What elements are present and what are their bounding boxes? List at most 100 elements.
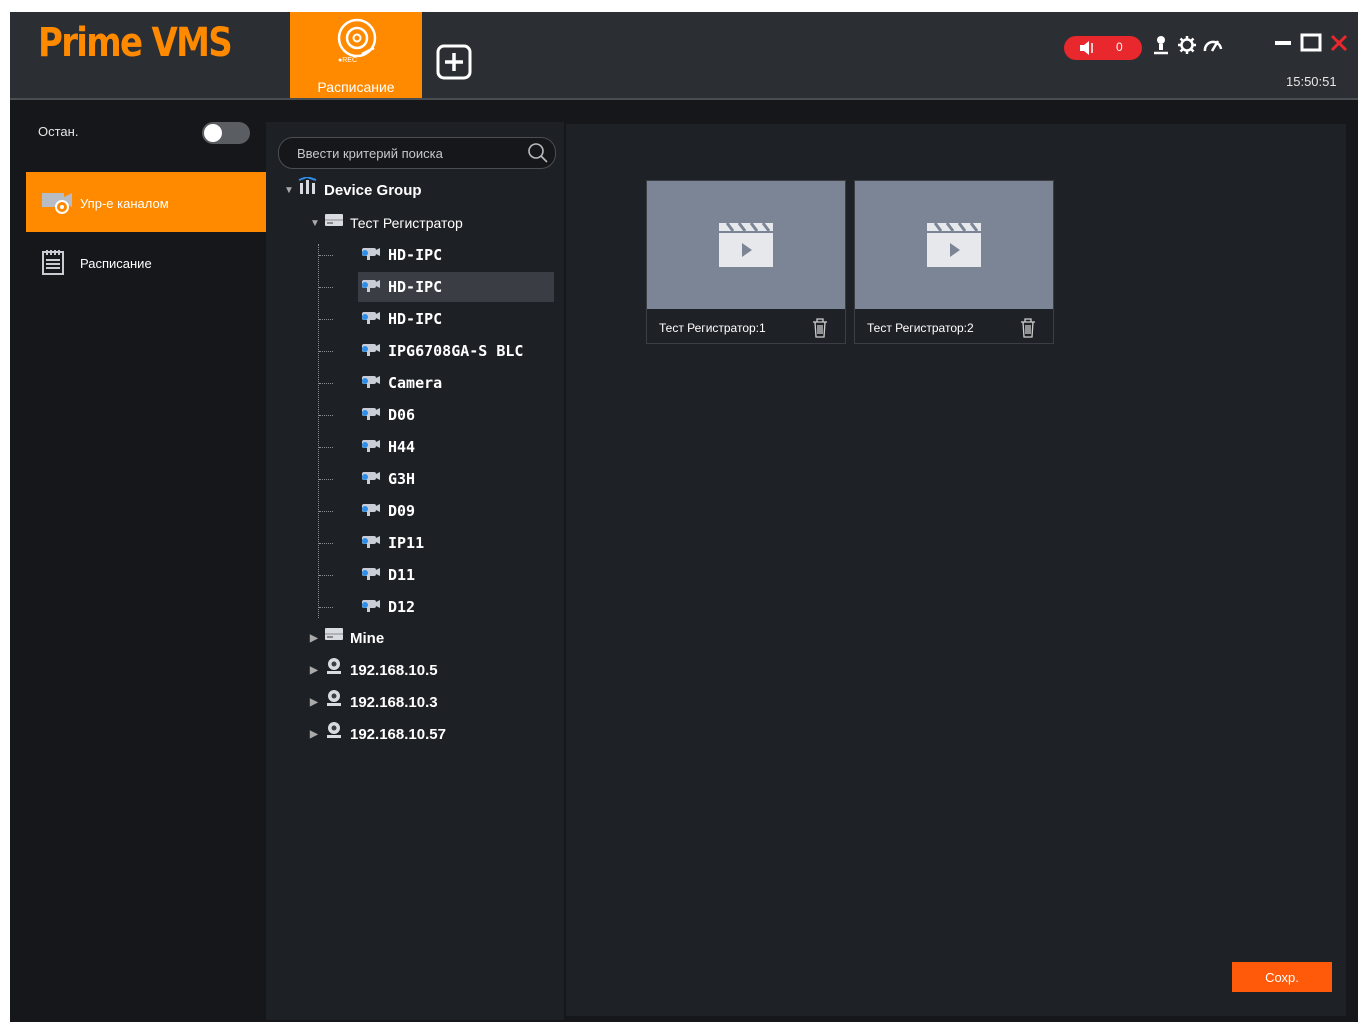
alarm-indicator[interactable]: 0	[1064, 36, 1142, 60]
camera-icon	[358, 305, 382, 335]
channel-card-label: Тест Регистратор:1	[659, 321, 766, 335]
ip-device-icon	[324, 656, 344, 686]
tree-item-label: Device Group	[324, 182, 422, 199]
tree-item-channel[interactable]: Camera	[358, 368, 442, 398]
top-bar: Prime VMS ●REC Расписание 0 15:50:51	[10, 12, 1358, 100]
collapsed-arrow-icon[interactable]: ▶	[310, 688, 324, 718]
expand-arrow-icon[interactable]: ▼	[310, 209, 324, 239]
camera-icon	[358, 465, 382, 495]
tree-root-device-group[interactable]: ▼ Device Group	[284, 175, 422, 206]
toggle-knob	[204, 124, 222, 142]
tree-item-channel[interactable]: G3H	[358, 464, 415, 494]
system-clock: 15:50:51	[1286, 74, 1337, 89]
stop-toggle[interactable]	[202, 122, 250, 144]
camera-icon	[358, 337, 382, 367]
maximize-icon[interactable]	[1300, 32, 1322, 54]
tree-item-label: H44	[388, 438, 416, 456]
device-group-icon	[298, 175, 318, 206]
tree-guide-branch	[319, 575, 333, 576]
camera-icon	[358, 401, 382, 431]
add-tab-button[interactable]	[432, 42, 480, 90]
left-nav: Остан. Упр-е каналом Расписание	[10, 100, 266, 1022]
tree-guide-branch	[319, 511, 333, 512]
save-button[interactable]: Сохр.	[1232, 962, 1332, 992]
channel-card[interactable]: Тест Регистратор:1	[646, 180, 846, 344]
collapsed-arrow-icon[interactable]: ▶	[310, 720, 324, 750]
tree-item-label: 192.168.10.3	[350, 694, 438, 711]
ip-device-icon	[324, 688, 344, 718]
tree-guide-branch	[319, 287, 333, 288]
tree-item-label: G3H	[388, 470, 416, 488]
rec-mark-text: ●REC	[338, 57, 357, 64]
tree-item-label: D12	[388, 598, 416, 616]
minimize-icon[interactable]	[1272, 32, 1294, 54]
tree-item-label: 192.168.10.57	[350, 726, 446, 743]
search-input[interactable]	[295, 143, 519, 163]
tree-guide-branch	[319, 543, 333, 544]
nav-item-channel-manage[interactable]: Упр-е каналом	[26, 172, 266, 232]
tree-guide-branch	[319, 479, 333, 480]
tree-item-label: IP11	[388, 534, 425, 552]
tree-item-label: Тест Регистратор	[350, 215, 463, 231]
tree-item-channel[interactable]: IP11	[358, 528, 424, 558]
record-disc-icon: ●REC	[336, 18, 378, 71]
tree-item-channel[interactable]: IPG6708GA-S BLC	[358, 336, 523, 366]
channel-card[interactable]: Тест Регистратор:2	[854, 180, 1054, 344]
tree-guide-branch	[319, 415, 333, 416]
user-icon[interactable]	[1150, 34, 1172, 56]
tree-item-device[interactable]: ▶ 192.168.10.3	[310, 688, 438, 718]
device-tree-panel: ▼Device Group▼Тест РегистраторHD-IPCHD-I…	[266, 122, 564, 1020]
ip-device-icon	[324, 720, 344, 750]
camera-icon	[358, 369, 382, 399]
gear-icon[interactable]	[1176, 34, 1198, 56]
trash-icon[interactable]	[1019, 317, 1037, 344]
tree-item-channel[interactable]: D11	[358, 560, 415, 590]
tree-item-channel[interactable]: HD-IPC	[358, 304, 442, 334]
tree-guide-branch	[319, 447, 333, 448]
video-clapper-icon	[925, 219, 983, 274]
tab-schedule-label: Расписание	[317, 79, 395, 95]
recorder-icon	[324, 209, 344, 239]
tree-item-channel[interactable]: D09	[358, 496, 415, 526]
channel-area: Тест Регистратор:1 Тест Регистратор:2	[566, 124, 1346, 1016]
search-box[interactable]	[278, 137, 556, 169]
stop-label: Остан.	[38, 124, 79, 139]
tree-guide-branch	[319, 319, 333, 320]
tree-item-channel[interactable]: HD-IPC	[358, 240, 442, 270]
speaker-icon	[1080, 41, 1093, 55]
channel-manage-icon	[40, 188, 76, 217]
collapsed-arrow-icon[interactable]: ▶	[310, 624, 324, 654]
camera-icon	[358, 433, 382, 463]
tree-item-channel[interactable]: H44	[358, 432, 415, 462]
trash-icon[interactable]	[811, 317, 829, 344]
expand-arrow-icon[interactable]: ▼	[284, 176, 298, 206]
tree-item-device[interactable]: ▶ Mine	[310, 624, 384, 654]
camera-icon	[358, 561, 382, 591]
tree-item-label: D11	[388, 566, 416, 584]
camera-icon	[358, 593, 382, 623]
channel-card-label: Тест Регистратор:2	[867, 321, 974, 335]
tree-item-label: IPG6708GA-S BLC	[388, 342, 524, 360]
video-clapper-icon	[717, 219, 775, 274]
app-window: Prime VMS ●REC Расписание 0 15:50:51 Ост…	[10, 12, 1358, 1022]
tree-item-label: D09	[388, 502, 416, 520]
collapsed-arrow-icon[interactable]: ▶	[310, 656, 324, 686]
tree-item-channel[interactable]: D12	[358, 592, 415, 622]
channel-thumbnail	[855, 181, 1053, 309]
tab-schedule[interactable]: ●REC Расписание	[290, 12, 422, 98]
tree-item-channel[interactable]: HD-IPC	[358, 272, 554, 302]
camera-icon	[358, 241, 382, 271]
tree-item-recorder[interactable]: ▼ Тест Регистратор	[310, 208, 463, 238]
close-icon[interactable]	[1328, 32, 1350, 54]
tree-item-device[interactable]: ▶ 192.168.10.5	[310, 656, 438, 686]
nav-item-schedule[interactable]: Расписание	[26, 232, 266, 292]
nav-item-label: Упр-е каналом	[80, 196, 169, 211]
tree-item-label: HD-IPC	[388, 278, 443, 296]
performance-gauge-icon[interactable]	[1202, 34, 1224, 56]
search-icon[interactable]	[527, 142, 549, 169]
tree-item-device[interactable]: ▶ 192.168.10.57	[310, 720, 446, 750]
plus-square-icon	[436, 44, 472, 80]
tree-item-label: HD-IPC	[388, 310, 443, 328]
app-logo: Prime VMS	[38, 20, 233, 66]
tree-item-channel[interactable]: D06	[358, 400, 415, 430]
